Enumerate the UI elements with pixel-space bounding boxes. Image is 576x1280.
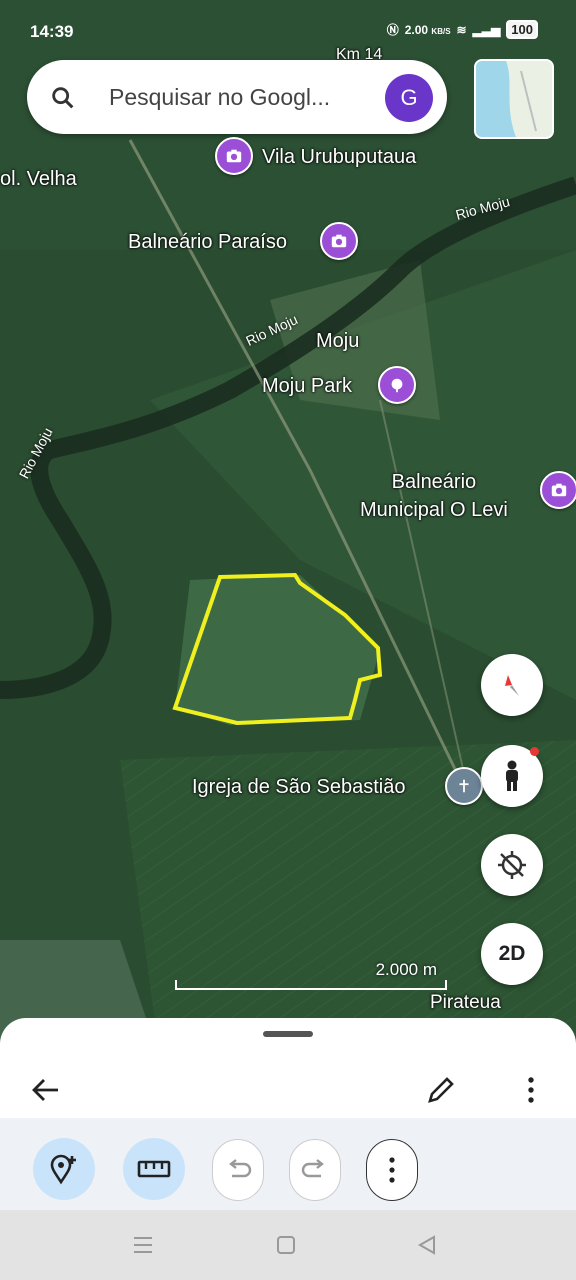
signal-icon: ▂▃▅ xyxy=(472,22,501,37)
drawing-toolbar xyxy=(0,1118,576,1210)
add-place-icon xyxy=(50,1154,76,1185)
search-icon xyxy=(52,87,74,109)
camera-icon xyxy=(551,483,567,497)
camera-icon xyxy=(331,234,347,248)
place-pin-moju-park[interactable] xyxy=(378,366,416,404)
pencil-icon[interactable] xyxy=(424,1073,458,1107)
scale-line xyxy=(175,980,447,990)
ruler-icon xyxy=(137,1160,171,1178)
map-label-pirateua: Pirateua xyxy=(430,992,501,1013)
wifi-icon: ≋ xyxy=(456,22,467,37)
undo-icon xyxy=(229,1159,252,1178)
search-bar[interactable]: Pesquisar no Googl... G xyxy=(27,60,447,134)
location-off-icon xyxy=(498,851,526,879)
my-location-button[interactable] xyxy=(481,834,543,896)
compass-button[interactable] xyxy=(481,654,543,716)
map-label-igreja: Igreja de São Sebastião xyxy=(192,776,406,798)
map-label-moju: Moju xyxy=(316,330,360,352)
measure-button[interactable] xyxy=(123,1138,185,1200)
toolbar-more-button[interactable] xyxy=(366,1139,418,1201)
map-label-balneario-municipal: Balneário Municipal O Levi xyxy=(360,471,508,521)
more-vert-icon xyxy=(389,1157,395,1183)
back-nav-icon[interactable] xyxy=(417,1235,437,1255)
add-place-button[interactable] xyxy=(33,1138,95,1200)
place-pin-balneario-municipal[interactable] xyxy=(540,471,576,509)
redo-button[interactable] xyxy=(289,1139,341,1201)
camera-icon xyxy=(226,149,242,163)
system-nav-bar xyxy=(0,1210,576,1280)
status-bar: 14:39 Ⓝ 2.00 KB/S ≋ ▂▃▅ 100 xyxy=(0,0,576,60)
status-time: 14:39 xyxy=(30,22,74,41)
place-pin-igreja[interactable] xyxy=(445,767,483,805)
map-thumbnail-icon xyxy=(476,61,552,137)
more-vert-icon[interactable] xyxy=(516,1073,546,1107)
map-label-balneario-paraiso: Balneário Paraíso xyxy=(128,231,287,253)
pegman-icon xyxy=(506,760,518,791)
map-label-col-velha: ol. Velha xyxy=(0,168,77,190)
scale-label: 2.000 m xyxy=(375,960,437,979)
place-pin-vila[interactable] xyxy=(215,137,253,175)
undo-button[interactable] xyxy=(212,1139,264,1201)
back-arrow-icon[interactable] xyxy=(28,1073,62,1107)
drag-handle[interactable] xyxy=(263,1031,313,1037)
search-input[interactable]: Pesquisar no Googl... xyxy=(109,84,330,111)
notification-dot xyxy=(530,747,539,756)
network-speed: 2.00 KB/S xyxy=(404,22,451,37)
street-view-button[interactable] xyxy=(481,745,543,807)
recents-icon[interactable] xyxy=(132,1235,154,1255)
scale-bar: 2.000 m xyxy=(175,960,447,990)
view-mode-button[interactable]: 2D xyxy=(481,923,543,985)
nfc-icon: Ⓝ xyxy=(386,23,399,37)
bottom-sheet xyxy=(0,1018,576,1210)
park-icon xyxy=(391,378,403,393)
home-icon[interactable] xyxy=(276,1235,296,1255)
place-pin-balneario-paraiso[interactable] xyxy=(320,222,358,260)
map-layer-thumbnail[interactable] xyxy=(474,59,554,139)
compass-icon xyxy=(505,675,519,696)
church-icon xyxy=(459,779,469,793)
avatar[interactable]: G xyxy=(385,74,433,122)
battery-indicator: 100 xyxy=(506,20,538,39)
map-label-vila: Vila Urubuputaua xyxy=(262,146,417,168)
view-mode-label: 2D xyxy=(498,942,526,965)
redo-icon xyxy=(301,1159,324,1178)
map-label-moju-park: Moju Park xyxy=(262,375,353,397)
